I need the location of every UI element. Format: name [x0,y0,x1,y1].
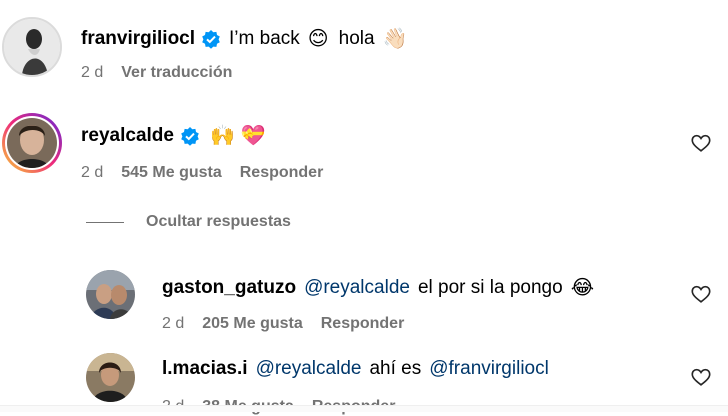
mention-link[interactable]: @reyalcalde [304,277,410,299]
raising-hands-emoji: 🙌 [209,125,235,147]
username[interactable]: reyalcalde [81,125,174,147]
reply-text: ahí es [369,358,422,379]
heart-ribbon-emoji: 💝 [240,125,266,147]
divider [86,221,124,223]
verified-badge-icon [181,126,199,146]
reply-line: l.macias.i @reyalcalde ahí es @franvirgi… [162,358,549,380]
reply-button[interactable]: Responder [321,315,405,333]
comment-meta: 2 d Ver traducción [81,64,232,82]
laughing-emoji: 😂 [570,277,595,299]
comment-text: I’m back [229,27,300,49]
reply-line: gaston_gatuzo @reyalcalde el por si la p… [162,275,594,300]
likes-count[interactable]: 545 Me gusta [121,164,221,182]
reply-button[interactable]: Responder [240,164,324,182]
timestamp: 2 d [81,164,104,181]
avatar-franvirgiliocl[interactable] [2,17,62,77]
translate-link[interactable]: Ver traducción [121,64,232,82]
hide-replies-toggle[interactable]: Ocultar respuestas [86,213,291,231]
like-heart-icon[interactable] [690,132,712,154]
comment-meta: 2 d 545 Me gusta Responder [81,164,323,182]
comment-line: reyalcalde 🙌 💝 [81,123,266,148]
wave-emoji: 👋🏻 [382,28,408,50]
verified-badge-icon [202,29,220,49]
reply-meta: 2 d 205 Me gusta Responder [162,315,404,333]
smile-emoji: 😊 [307,28,329,50]
comment-text-2: hola [338,27,375,49]
avatar-image [4,19,60,75]
avatar-image [7,118,57,168]
avatar-image [86,353,135,402]
mention-link[interactable]: @reyalcalde [256,358,362,380]
comment-line: franvirgiliocl I’m back 😊 hola 👋🏻 [81,26,407,51]
avatar-l.macias.i[interactable] [86,353,135,402]
timestamp: 2 d [162,315,185,332]
avatar-gaston_gatuzo[interactable] [86,270,135,319]
mention-link-2[interactable]: @franvirgiliocl [429,358,549,380]
reply-text: el por si la pongo [417,276,563,298]
timestamp: 2 d [81,64,104,81]
like-heart-icon[interactable] [690,283,712,305]
username[interactable]: gaston_gatuzo [162,277,296,299]
avatar-reyalcalde[interactable] [2,113,62,173]
likes-count[interactable]: 205 Me gusta [202,315,302,333]
hide-replies-label[interactable]: Ocultar respuestas [146,213,291,231]
username[interactable]: l.macias.i [162,358,248,380]
username[interactable]: franvirgiliocl [81,28,195,50]
avatar-image [86,270,135,319]
like-heart-icon[interactable] [690,366,712,388]
